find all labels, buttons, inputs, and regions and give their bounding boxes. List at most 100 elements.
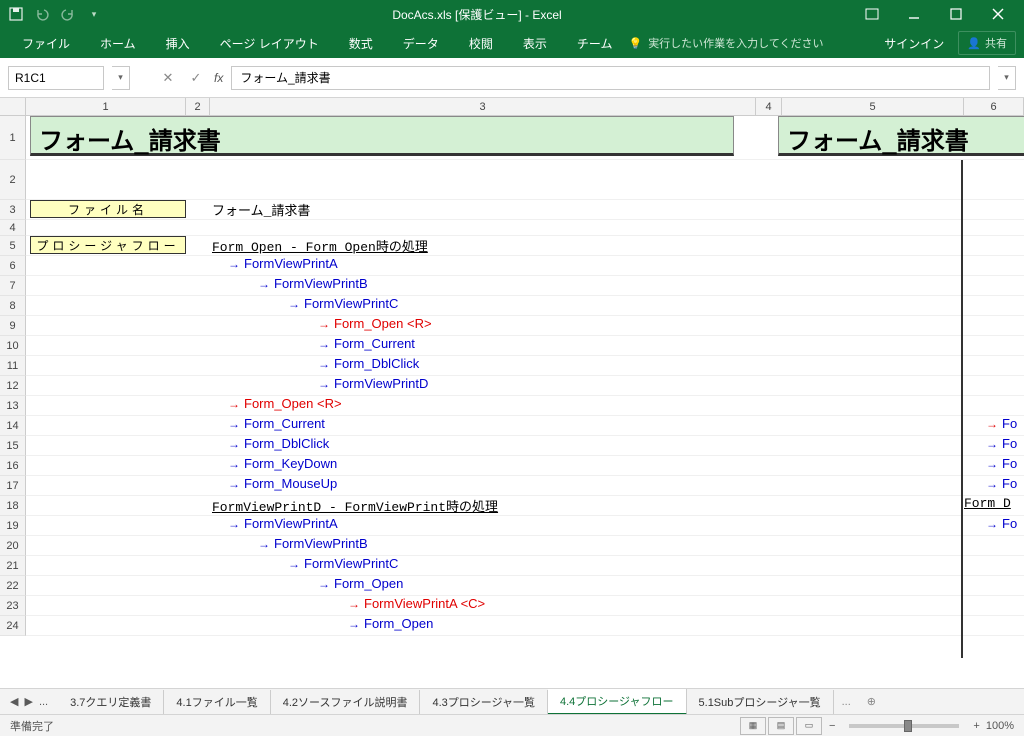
view-pagelayout-icon[interactable]: ▤ xyxy=(768,717,794,735)
name-box-dropdown[interactable]: ▾ xyxy=(112,66,130,90)
signin-link[interactable]: サインイン xyxy=(884,35,944,52)
sheet-tab[interactable]: 3.7クエリ定義書 xyxy=(58,690,164,714)
maximize-button[interactable] xyxy=(936,0,976,28)
proc-item: →Form_KeyDown xyxy=(228,456,337,472)
label-filename: ファイル名 xyxy=(30,200,186,218)
sheet-tab[interactable]: 4.2ソースファイル説明書 xyxy=(271,690,421,714)
row-header[interactable]: 9 xyxy=(0,316,26,336)
row-header[interactable]: 8 xyxy=(0,296,26,316)
row-header[interactable]: 18 xyxy=(0,496,26,516)
arrow-icon: → xyxy=(228,517,240,531)
zoom-level[interactable]: 100% xyxy=(986,720,1014,732)
row-header[interactable]: 24 xyxy=(0,616,26,636)
view-pagebreak-icon[interactable]: ▭ xyxy=(796,717,822,735)
tab-data[interactable]: データ xyxy=(389,29,453,58)
tab-team[interactable]: チーム xyxy=(563,29,627,58)
proc-item: →Fo xyxy=(986,416,1017,432)
formula-input[interactable]: フォーム_請求書 xyxy=(231,66,990,90)
sheet-nav-next-icon[interactable]: ▶ xyxy=(24,695,32,708)
enter-formula-icon[interactable]: ✓ xyxy=(186,68,206,88)
tab-file[interactable]: ファイル xyxy=(8,29,84,58)
sheet-tab[interactable]: 4.3プロシージャ一覧 xyxy=(420,690,548,714)
tab-pagelayout[interactable]: ページ レイアウト xyxy=(206,29,333,58)
tell-me[interactable]: 💡実行したい作業を入力してください xyxy=(628,35,823,51)
proc-heading: Form_D xyxy=(964,496,1011,511)
row-header[interactable]: 3 xyxy=(0,200,26,220)
qat-dropdown-icon[interactable]: ▾ xyxy=(86,6,102,22)
expand-formula-icon[interactable]: ▾ xyxy=(998,66,1016,90)
col-header[interactable]: 6 xyxy=(964,98,1024,115)
row-header[interactable]: 23 xyxy=(0,596,26,616)
col-header[interactable]: 1 xyxy=(26,98,186,115)
row-header[interactable]: 5 xyxy=(0,236,26,256)
zoom-in-button[interactable]: + xyxy=(973,720,979,732)
row-header[interactable]: 19 xyxy=(0,516,26,536)
title-cell-2: フォーム_請求書 xyxy=(778,116,1024,156)
tab-review[interactable]: 校閲 xyxy=(455,29,507,58)
row-header[interactable]: 14 xyxy=(0,416,26,436)
view-normal-icon[interactable]: ▦ xyxy=(740,717,766,735)
select-all-corner[interactable] xyxy=(0,98,26,115)
arrow-icon: → xyxy=(228,477,240,491)
share-button[interactable]: 👤共有 xyxy=(958,31,1016,55)
row-header[interactable]: 7 xyxy=(0,276,26,296)
close-button[interactable] xyxy=(978,0,1018,28)
title-cell-1: フォーム_請求書 xyxy=(30,116,734,156)
tab-home[interactable]: ホーム xyxy=(86,29,150,58)
proc-item: →Form_Open xyxy=(348,616,433,632)
minimize-button[interactable] xyxy=(894,0,934,28)
ribbon-display-icon[interactable] xyxy=(852,0,892,28)
row-header[interactable]: 21 xyxy=(0,556,26,576)
proc-item: →Fo xyxy=(986,476,1017,492)
col-header[interactable]: 3 xyxy=(210,98,756,115)
tab-view[interactable]: 表示 xyxy=(509,29,561,58)
proc-item: →Form_Open <R> xyxy=(228,396,342,412)
sheet-nav-more[interactable]: ... xyxy=(39,696,48,708)
col-header[interactable]: 4 xyxy=(756,98,782,115)
row-header[interactable]: 17 xyxy=(0,476,26,496)
zoom-out-button[interactable]: − xyxy=(829,720,835,732)
row-header[interactable]: 1 xyxy=(0,116,26,160)
row-header[interactable]: 15 xyxy=(0,436,26,456)
zoom-thumb[interactable] xyxy=(904,720,912,732)
tab-formulas[interactable]: 数式 xyxy=(335,29,387,58)
row-header[interactable]: 4 xyxy=(0,220,26,236)
share-icon: 👤 xyxy=(967,38,981,50)
arrow-icon: → xyxy=(986,517,998,531)
row-header[interactable]: 2 xyxy=(0,160,26,200)
sheet-tab[interactable]: 4.1ファイル一覧 xyxy=(164,690,270,714)
proc-item: →Fo xyxy=(986,436,1017,452)
column-headers: 1 2 3 4 5 6 xyxy=(0,98,1024,116)
col-header[interactable]: 2 xyxy=(186,98,210,115)
arrow-icon: → xyxy=(288,297,300,311)
row-header[interactable]: 13 xyxy=(0,396,26,416)
new-sheet-button[interactable]: ⊕ xyxy=(859,695,884,708)
save-icon[interactable] xyxy=(8,6,24,22)
row-header[interactable]: 11 xyxy=(0,356,26,376)
row-header[interactable]: 16 xyxy=(0,456,26,476)
window-title: DocAcs.xls [保護ビュー] - Excel xyxy=(102,6,852,23)
row-header[interactable]: 10 xyxy=(0,336,26,356)
proc-item: →Form_DblClick xyxy=(318,356,419,372)
tab-insert[interactable]: 挿入 xyxy=(152,29,204,58)
arrow-icon: → xyxy=(318,357,330,371)
sheet-more[interactable]: ... xyxy=(834,696,859,708)
arrow-icon: → xyxy=(228,437,240,451)
undo-icon[interactable] xyxy=(34,6,50,22)
spreadsheet-grid[interactable]: 1 2 3 4 5 6 1 フォーム_請求書 フォーム_請求書 2 3 ファイル… xyxy=(0,98,1024,658)
redo-icon[interactable] xyxy=(60,6,76,22)
row-header[interactable]: 20 xyxy=(0,536,26,556)
col-header[interactable]: 5 xyxy=(782,98,964,115)
row-header[interactable]: 22 xyxy=(0,576,26,596)
sheet-tab[interactable]: 5.1Subプロシージャ一覧 xyxy=(687,690,834,714)
zoom-slider[interactable] xyxy=(849,724,959,728)
row-header[interactable]: 12 xyxy=(0,376,26,396)
arrow-icon: → xyxy=(228,417,240,431)
sheet-nav-prev-icon[interactable]: ◀ xyxy=(10,695,18,708)
sheet-tab-active[interactable]: 4.4プロシージャフロー xyxy=(548,689,687,715)
proc-item: →Form_MouseUp xyxy=(228,476,337,492)
row-header[interactable]: 6 xyxy=(0,256,26,276)
cancel-formula-icon[interactable]: ✕ xyxy=(158,68,178,88)
name-box[interactable]: R1C1 xyxy=(8,66,104,90)
fx-icon[interactable]: fx xyxy=(214,71,223,85)
